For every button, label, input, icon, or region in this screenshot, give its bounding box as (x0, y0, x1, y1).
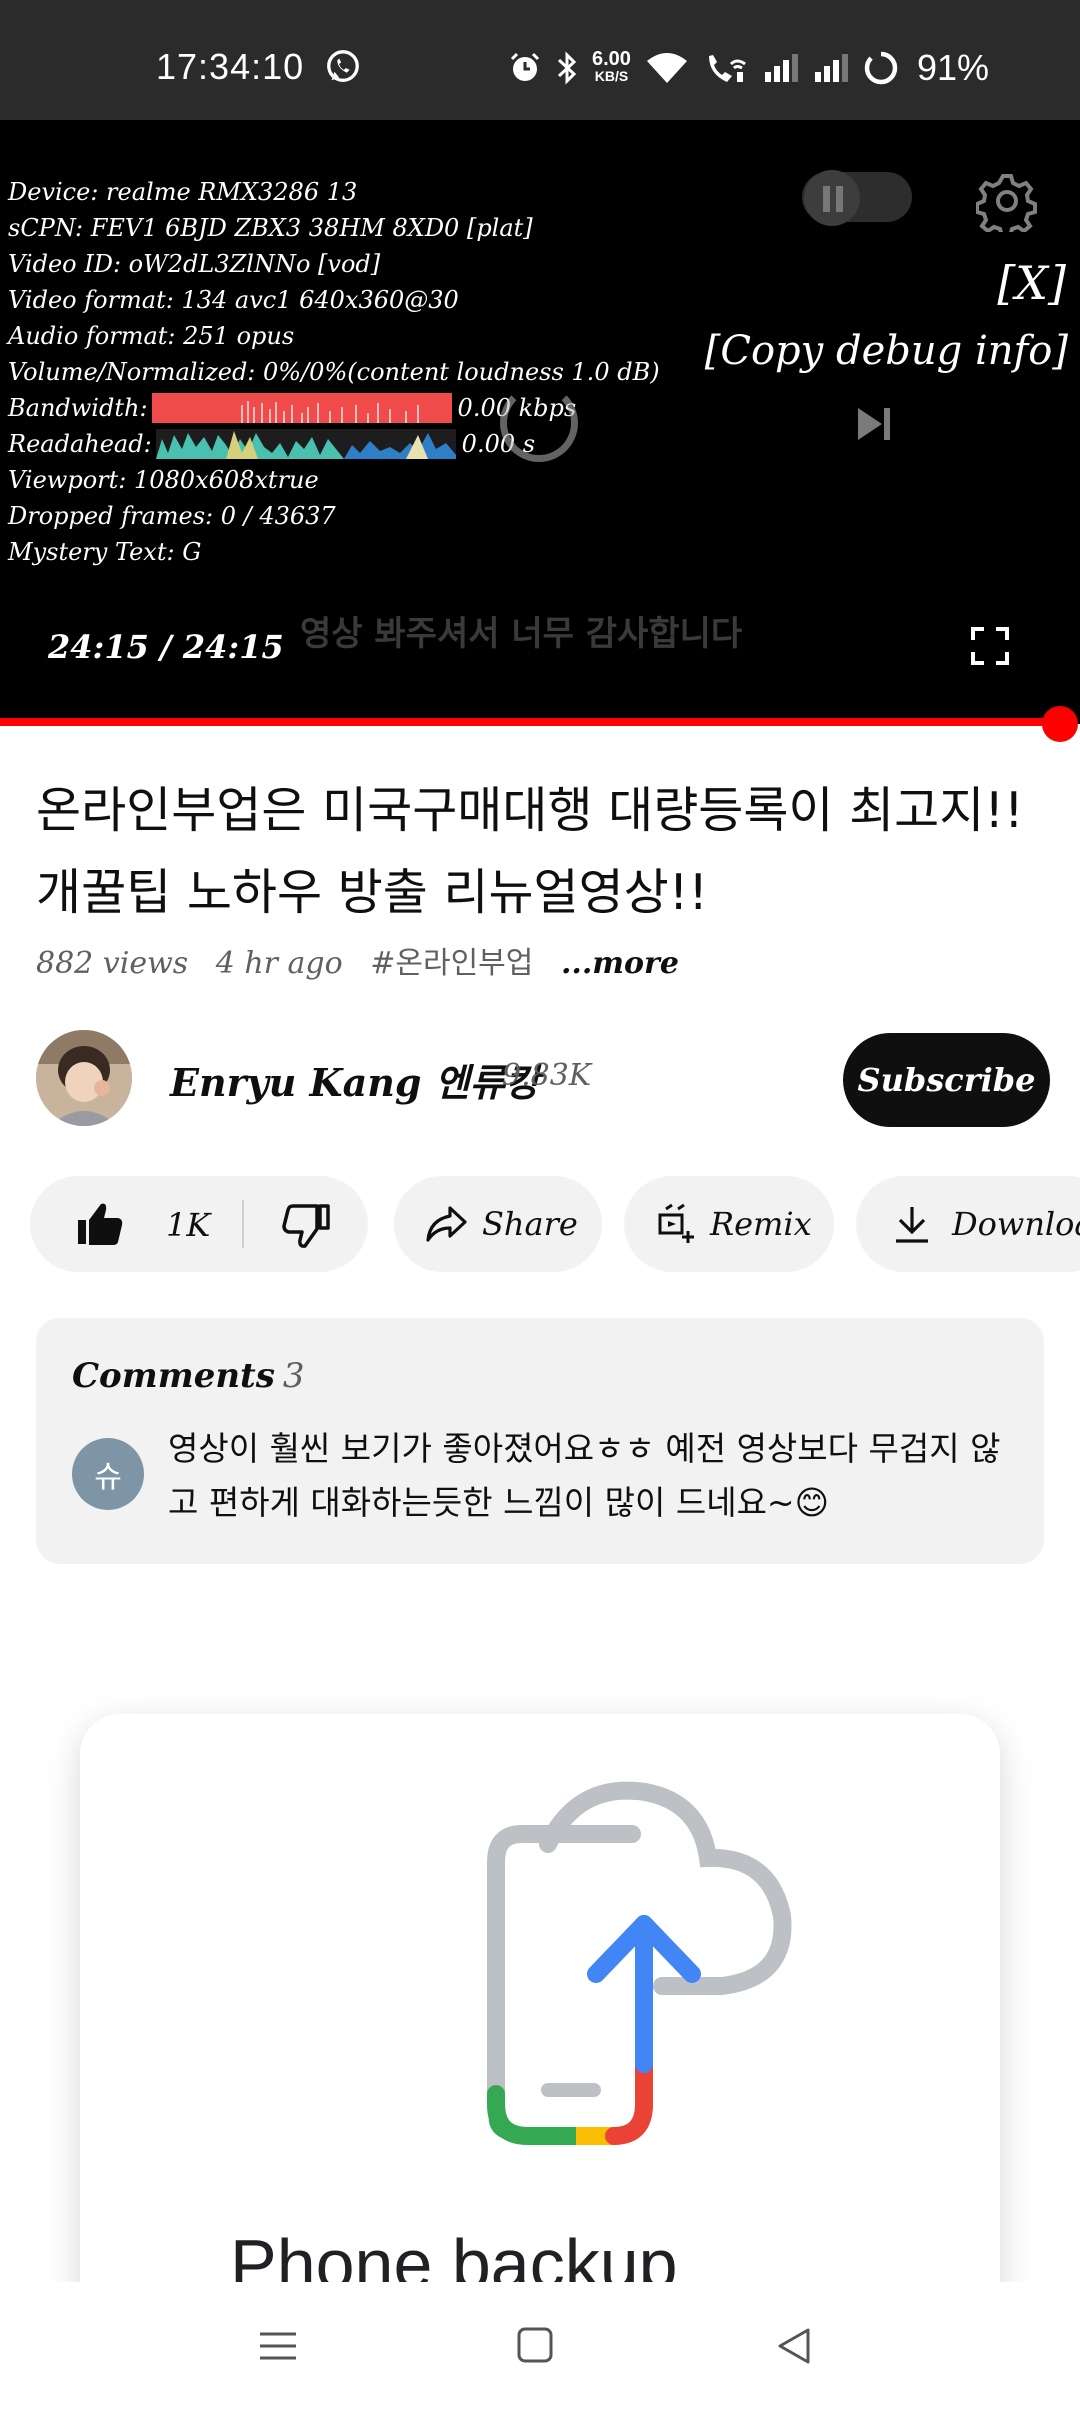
video-player[interactable]: Device: realme RMX3286 13 sCPN: FEV1 6BJ… (0, 120, 1080, 724)
recents-menu-icon[interactable] (258, 2326, 298, 2366)
subscriber-count: 9.83K (502, 1058, 592, 1093)
share-icon (426, 1206, 467, 1242)
phone-backup-card[interactable]: Phone backup (80, 1714, 1000, 2354)
fullscreen-icon[interactable] (970, 626, 1010, 666)
battery-percent: 91% (916, 47, 989, 88)
wifi-icon (646, 53, 687, 83)
subtitle-caption: 영상 봐주셔서 너무 감사합니다 (300, 614, 743, 654)
loading-spinner (500, 384, 578, 462)
like-divider (242, 1200, 244, 1248)
status-time: 17:34:10 (156, 46, 305, 87)
copy-debug-button[interactable]: [Copy debug info] (705, 328, 1068, 374)
like-icon[interactable] (74, 1198, 126, 1250)
debug-viewport: Viewport: 1080x608xtrue (8, 466, 319, 494)
download-icon (896, 1207, 928, 1243)
top-comment-text: 영상이 훨씬 보기가 좋아졌어요ㅎㅎ 예전 영상보다 무겁지 않고 편하게 대화… (168, 1429, 1001, 1522)
bandwidth-graph (151, 393, 452, 423)
action-bar: 1K Share Remix Download (30, 1176, 1080, 1272)
wifi-calling-icon (708, 55, 746, 82)
like-dislike-group: 1K (30, 1176, 368, 1272)
comments-title: Comments (72, 1356, 275, 1396)
remix-button[interactable]: Remix (624, 1176, 834, 1272)
share-button[interactable]: Share (394, 1176, 602, 1272)
commenter-avatar: 슈 (72, 1438, 144, 1510)
net-speed: 6.00 KB/S (592, 48, 631, 84)
status-icons: 6.00 KB/S 91% (508, 46, 989, 90)
battery-icon (864, 51, 898, 85)
debug-overlay: Device: realme RMX3286 13 sCPN: FEV1 6BJ… (8, 174, 660, 570)
status-bar: 17:34:10 6.00 KB/S 91% (0, 0, 1080, 120)
readahead-graph (155, 429, 456, 459)
debug-video-format: Video format: 134 avc1 640x360@30 (8, 286, 459, 314)
share-label: Share (482, 1205, 578, 1243)
readahead-label: Readahead: (8, 430, 152, 458)
remix-icon (658, 1203, 694, 1243)
system-nav-bar (0, 2282, 1080, 2412)
debug-video-id: Video ID: oW2dL3ZlNNo [vod] (8, 250, 381, 278)
channel-avatar[interactable] (36, 1030, 132, 1126)
upload-age: 4 hr ago (215, 946, 343, 981)
playback-progress-bar[interactable] (0, 718, 1062, 726)
debug-cpn: sCPN: FEV1 6BJD ZBX3 38HM 8XD0 [plat] (8, 214, 533, 242)
comments-panel[interactable]: Comments 3 슈 영상이 훨씬 보기가 좋아졌어요ㅎㅎ 예전 영상보다 무… (36, 1318, 1044, 1564)
video-title[interactable]: 온라인부업은 미국구매대행 대량등록이 최고지!! 개꿀팁 노하우 방출 리뉴얼… (36, 770, 1056, 934)
debug-audio-format: Audio format: 251 opus (8, 322, 295, 350)
channel-name[interactable]: Enryu Kang 엔류캉 (170, 1052, 540, 1107)
alarm-icon (510, 52, 540, 81)
more-link[interactable]: ...more (561, 946, 679, 981)
download-button[interactable]: Download (856, 1176, 1080, 1272)
debug-volume: Volume/Normalized: 0%/0%(content loudnes… (8, 358, 660, 386)
channel-row[interactable]: Enryu Kang 엔류캉 9.83K Subscribe (36, 1030, 1050, 1130)
close-debug-button[interactable]: [X] (997, 256, 1066, 310)
like-count[interactable]: 1K (166, 1206, 210, 1244)
next-video-icon[interactable] (854, 404, 894, 444)
debug-dropped-frames: Dropped frames: 0 / 43637 (8, 502, 336, 530)
comments-count: 3 (282, 1356, 305, 1396)
hashtag[interactable]: #온라인부업 (370, 946, 533, 981)
time-display: 24:15 / 24:15 (48, 628, 284, 666)
bandwidth-label: Bandwidth: (8, 394, 148, 422)
download-label: Download (952, 1205, 1080, 1243)
signal-icon (814, 54, 848, 82)
back-icon[interactable] (774, 2326, 814, 2366)
pause-icon (823, 186, 843, 212)
remix-label: Remix (710, 1205, 812, 1243)
whatsapp-icon (327, 50, 359, 82)
dislike-icon[interactable] (280, 1200, 332, 1252)
video-meta[interactable]: 882 views 4 hr ago #온라인부업 ...more (36, 938, 697, 982)
home-icon[interactable] (516, 2326, 554, 2364)
bluetooth-icon (557, 51, 577, 85)
view-count: 882 views (36, 946, 189, 981)
subscribe-button[interactable]: Subscribe (843, 1033, 1050, 1127)
gear-icon[interactable] (976, 170, 1038, 232)
debug-device: Device: realme RMX3286 13 (8, 178, 358, 206)
scrubber-handle[interactable] (1042, 706, 1078, 742)
signal-icon (764, 54, 798, 82)
debug-mystery-text: Mystery Text: G (8, 538, 202, 566)
phone-backup-icon (487, 1781, 792, 2145)
comments-header: Comments 3 (72, 1356, 305, 1396)
